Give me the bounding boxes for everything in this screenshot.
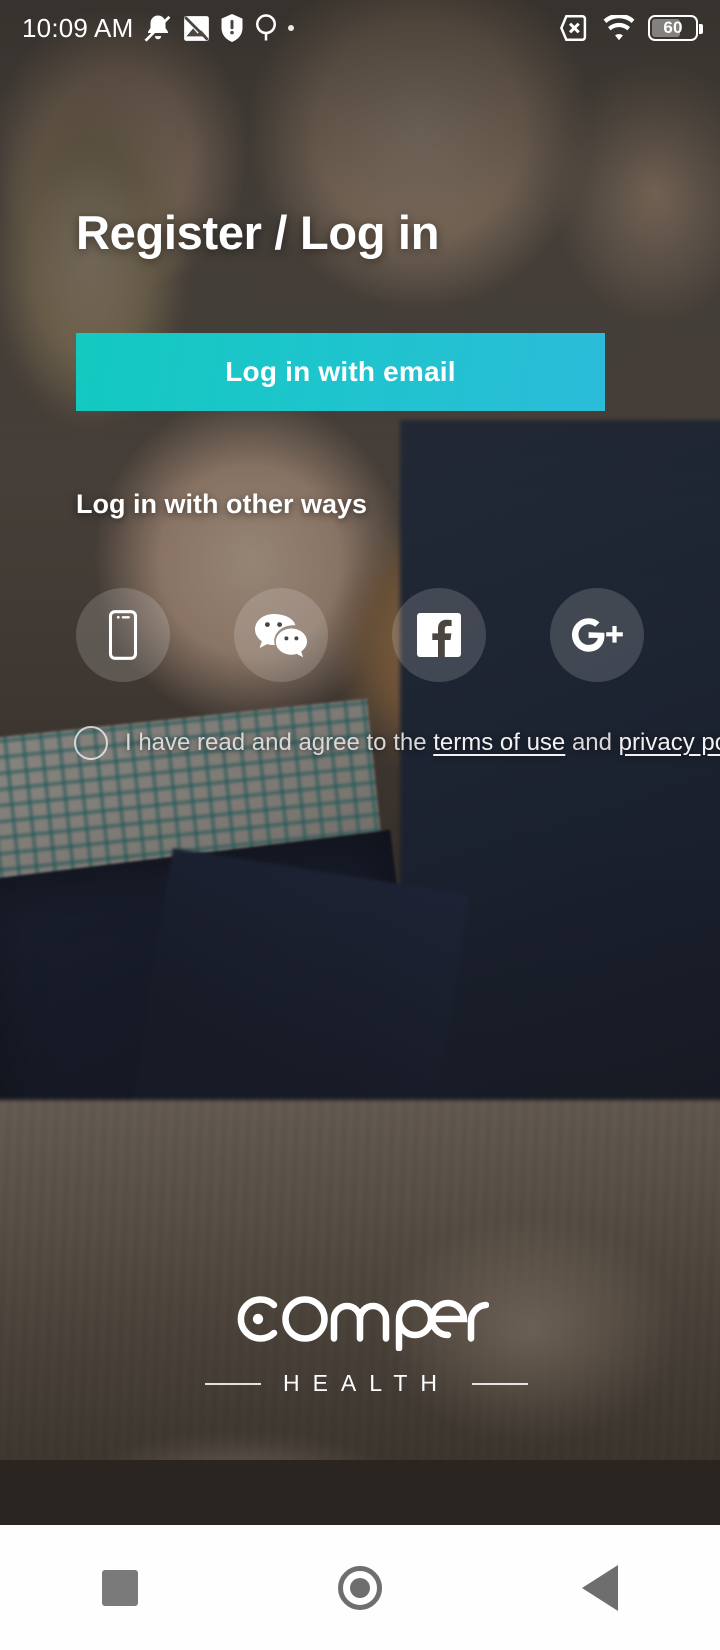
nav-back-button[interactable] <box>540 1538 660 1638</box>
login-with-email-button[interactable]: Log in with email <box>76 333 605 411</box>
social-login-google-plus-button[interactable] <box>550 588 644 682</box>
privacy-policy-link[interactable]: privacy policy <box>619 729 720 756</box>
wifi-icon <box>603 15 635 41</box>
image-broken-icon <box>183 15 210 42</box>
social-login-facebook-button[interactable] <box>392 588 486 682</box>
shield-warning-icon <box>220 14 244 42</box>
tagline-rule-right <box>472 1382 529 1385</box>
phone-icon <box>106 610 140 660</box>
brand-tagline: HEALTH <box>282 1370 451 1396</box>
battery-indicator: 60 <box>648 15 703 41</box>
nav-recents-button[interactable] <box>60 1538 180 1638</box>
tagline-rule-left <box>204 1382 261 1385</box>
terms-checkbox[interactable] <box>74 726 108 760</box>
circle-icon <box>338 1565 382 1610</box>
google-plus-icon <box>569 615 625 655</box>
location-pin-icon <box>254 13 278 43</box>
app-screen: 10:09 AM 60 Register / Log in Log in wit… <box>0 0 720 1650</box>
terms-text: I have read and agree to the terms of us… <box>125 728 720 758</box>
small-dot-icon <box>288 25 295 31</box>
battery-level: 60 <box>663 18 683 37</box>
brand-logo: HEALTH <box>0 1285 720 1397</box>
brand-tagline-row: HEALTH <box>192 1370 529 1397</box>
terms-conjunction: and <box>565 729 619 756</box>
mute-bell-icon <box>143 13 173 43</box>
social-login-row <box>76 588 644 682</box>
nav-home-button[interactable] <box>300 1538 420 1638</box>
terms-of-use-link[interactable]: terms of use <box>433 729 565 756</box>
sim-missing-icon <box>560 15 590 41</box>
page-title: Register / Log in <box>76 206 440 259</box>
social-login-phone-button[interactable] <box>76 588 170 682</box>
terms-agreement-row: I have read and agree to the terms of us… <box>74 726 720 760</box>
facebook-icon <box>417 613 461 657</box>
other-ways-label: Log in with other ways <box>76 489 368 519</box>
square-icon <box>102 1569 138 1606</box>
status-bar-clock: 10:09 AM <box>22 12 134 43</box>
wechat-icon <box>254 612 308 658</box>
android-nav-bar <box>0 1525 720 1650</box>
terms-prefix: I have read and agree to the <box>125 729 434 756</box>
social-login-wechat-button[interactable] <box>234 588 328 682</box>
back-triangle-icon <box>582 1564 618 1611</box>
status-bar: 10:09 AM 60 <box>0 0 720 56</box>
comper-wordmark-icon <box>231 1285 490 1356</box>
